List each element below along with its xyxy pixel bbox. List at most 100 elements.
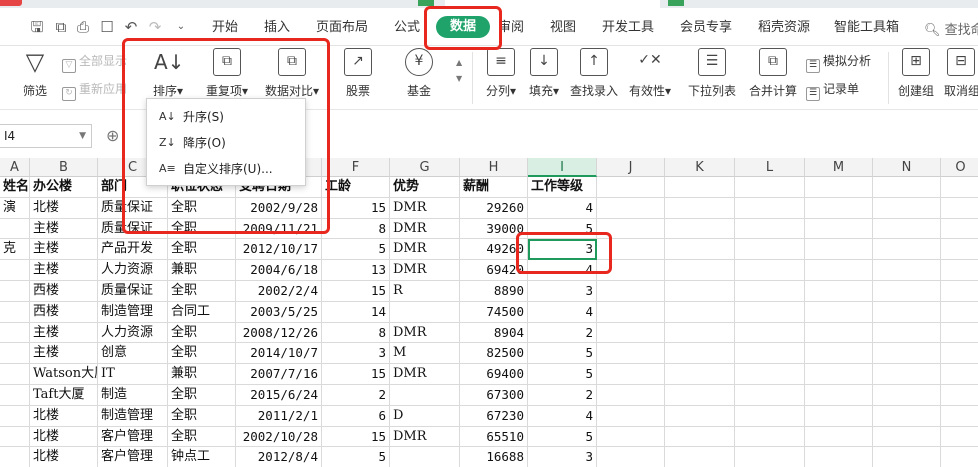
- table-cell[interactable]: 2014/10/7: [236, 343, 322, 365]
- table-cell[interactable]: 2003/5/25: [236, 301, 322, 323]
- table-cell[interactable]: 2015/6/24: [236, 385, 322, 406]
- table-cell[interactable]: [597, 405, 665, 427]
- table-cell[interactable]: [665, 343, 735, 365]
- export-icon[interactable]: ⧉: [52, 18, 70, 36]
- what-if-button[interactable]: ☰ 模拟分析: [806, 52, 871, 73]
- table-cell[interactable]: [735, 218, 805, 240]
- table-cell[interactable]: [805, 239, 873, 261]
- table-cell[interactable]: [597, 218, 665, 240]
- table-cell[interactable]: 全职: [168, 426, 236, 448]
- table-cell[interactable]: 3: [528, 447, 597, 467]
- table-cell[interactable]: 主楼: [30, 343, 98, 365]
- table-cell[interactable]: [665, 197, 735, 219]
- table-cell[interactable]: 北楼: [30, 405, 98, 427]
- table-cell[interactable]: [0, 301, 30, 323]
- table-cell[interactable]: [941, 239, 978, 261]
- filter-button[interactable]: ▽ 筛选: [18, 48, 52, 99]
- table-cell[interactable]: [735, 281, 805, 302]
- table-cell[interactable]: [805, 260, 873, 281]
- table-cell[interactable]: [597, 385, 665, 406]
- table-cell[interactable]: 4: [528, 301, 597, 323]
- table-cell[interactable]: 客户管理: [98, 426, 168, 448]
- table-cell[interactable]: 主楼: [30, 322, 98, 344]
- table-cell[interactable]: [735, 343, 805, 365]
- table-cell[interactable]: 兼职: [168, 364, 236, 385]
- table-cell[interactable]: [805, 426, 873, 448]
- table-cell[interactable]: [597, 447, 665, 467]
- table-cell[interactable]: DMR: [390, 426, 460, 448]
- table-cell[interactable]: 3: [528, 239, 597, 261]
- table-cell[interactable]: [665, 239, 735, 261]
- table-cell[interactable]: [805, 322, 873, 344]
- table-cell[interactable]: 2: [322, 385, 390, 406]
- table-cell[interactable]: [941, 406, 978, 427]
- table-cell[interactable]: [0, 405, 30, 427]
- table-cell[interactable]: 6: [322, 405, 390, 427]
- table-cell[interactable]: 全职: [168, 239, 236, 261]
- table-cell[interactable]: [0, 447, 30, 467]
- dropdown-list-button[interactable]: ☰ 下拉列表: [686, 48, 738, 99]
- table-cell[interactable]: 创意: [98, 343, 168, 365]
- table-cell[interactable]: [805, 385, 873, 406]
- table-cell[interactable]: 8: [322, 218, 390, 240]
- create-group-button[interactable]: ⊞ 创建组: [896, 48, 936, 99]
- table-cell[interactable]: [941, 219, 978, 240]
- column-header-l[interactable]: L: [735, 158, 805, 177]
- table-cell[interactable]: 产品开发: [98, 239, 168, 261]
- table-cell[interactable]: [735, 405, 805, 427]
- table-cell[interactable]: [0, 364, 30, 385]
- table-cell[interactable]: 8904: [460, 322, 528, 344]
- table-cell[interactable]: 主楼: [30, 260, 98, 281]
- table-cell[interactable]: 2002/10/28: [236, 426, 322, 448]
- sort-ascending-item[interactable]: A↓ 升序(S): [147, 105, 305, 129]
- table-cell[interactable]: [597, 364, 665, 385]
- table-cell[interactable]: 质量保证: [98, 218, 168, 240]
- table-cell[interactable]: 5: [322, 239, 390, 261]
- table-cell[interactable]: 全职: [168, 405, 236, 427]
- header-cell[interactable]: [805, 177, 873, 198]
- table-cell[interactable]: DMR: [390, 260, 460, 281]
- table-cell[interactable]: 北楼: [30, 197, 98, 219]
- menu-docer[interactable]: 稻壳资源: [758, 19, 810, 37]
- table-cell[interactable]: 人力资源: [98, 322, 168, 344]
- table-cell[interactable]: DMR: [390, 322, 460, 344]
- header-cell[interactable]: 优势: [390, 177, 460, 198]
- table-cell[interactable]: 2: [528, 322, 597, 344]
- table-cell[interactable]: 4: [528, 405, 597, 427]
- menu-page-layout[interactable]: 页面布局: [316, 19, 368, 37]
- table-cell[interactable]: 北楼: [30, 447, 98, 467]
- column-header-b[interactable]: B: [30, 158, 98, 177]
- table-cell[interactable]: [390, 301, 460, 323]
- table-cell[interactable]: [873, 426, 941, 448]
- table-cell[interactable]: [665, 426, 735, 448]
- table-cell[interactable]: 2002/9/28: [236, 197, 322, 219]
- table-cell[interactable]: 2002/2/4: [236, 281, 322, 302]
- menu-smart-toolbox[interactable]: 智能工具箱: [834, 19, 899, 37]
- column-header-j[interactable]: J: [597, 158, 665, 177]
- table-cell[interactable]: 82500: [460, 343, 528, 365]
- table-cell[interactable]: 5: [528, 426, 597, 448]
- table-cell[interactable]: 74500: [460, 301, 528, 323]
- table-cell[interactable]: 全职: [168, 281, 236, 302]
- table-cell[interactable]: [597, 301, 665, 323]
- header-cell[interactable]: 薪酬: [460, 177, 528, 198]
- column-header-n[interactable]: N: [873, 158, 941, 177]
- table-cell[interactable]: DMR: [390, 364, 460, 385]
- table-cell[interactable]: DMR: [390, 239, 460, 261]
- table-cell[interactable]: [941, 198, 978, 219]
- table-cell[interactable]: 3: [528, 281, 597, 302]
- menu-review[interactable]: 审阅: [498, 19, 524, 37]
- table-cell[interactable]: [0, 426, 30, 448]
- active-document-tab[interactable]: [445, 0, 660, 8]
- table-cell[interactable]: [735, 239, 805, 261]
- table-cell[interactable]: 5: [528, 218, 597, 240]
- table-cell[interactable]: 全职: [168, 322, 236, 344]
- table-cell[interactable]: 67300: [460, 385, 528, 406]
- table-cell[interactable]: 质量保证: [98, 281, 168, 302]
- table-cell[interactable]: 西楼: [30, 301, 98, 323]
- column-header-i[interactable]: I: [528, 158, 597, 177]
- stocks-button[interactable]: ↗ 股票: [342, 48, 374, 99]
- header-cell[interactable]: 姓名: [0, 177, 30, 198]
- table-cell[interactable]: [597, 322, 665, 344]
- consolidate-button[interactable]: ⧉ 合并计算: [746, 48, 800, 99]
